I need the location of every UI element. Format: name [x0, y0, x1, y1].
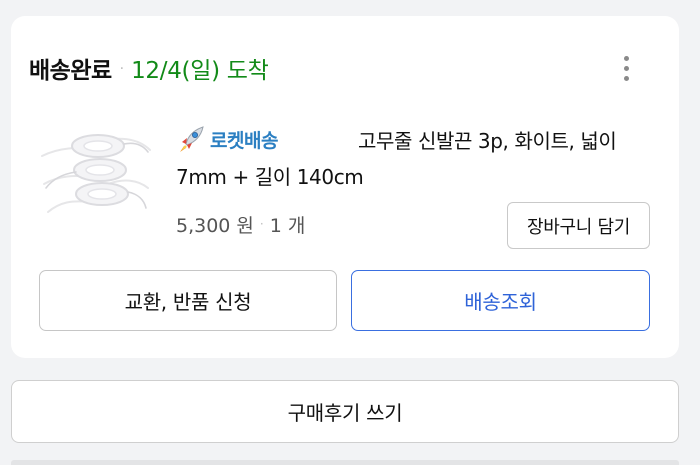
order-header: 배송완료 · 12/4(일) 도착 [29, 52, 269, 84]
product-info: 로켓배송 고무줄 신발끈 3p, 화이트, 넓이 7mm + 길이 140cm [176, 122, 652, 192]
product-thumbnail[interactable] [38, 122, 156, 222]
write-review-button[interactable]: 구매후기 쓰기 [11, 380, 679, 443]
price-separator: · [259, 217, 264, 231]
more-options-icon[interactable] [613, 52, 639, 84]
product-title-row[interactable]: 로켓배송 고무줄 신발끈 3p, 화이트, 넓이 [176, 122, 652, 156]
arrival-date: 12/4(일) 도착 [131, 58, 269, 84]
product-quantity: 1 개 [269, 214, 306, 237]
product-title[interactable]: 고무줄 신발끈 3p, 화이트, 넓이 [358, 125, 617, 154]
next-card-edge [11, 460, 679, 465]
rocket-icon [180, 126, 204, 152]
rocket-delivery-label: 로켓배송 [210, 129, 278, 152]
header-separator: · [119, 61, 125, 77]
delivery-status: 배송완료 [29, 58, 112, 84]
add-to-cart-button[interactable]: 장바구니 담기 [507, 202, 650, 249]
price-row: 5,300 원 · 1 개 [176, 206, 305, 242]
product-title-continued[interactable]: 7mm + 길이 140cm [176, 162, 652, 192]
exchange-return-button[interactable]: 교환, 반품 신청 [39, 270, 337, 331]
rocket-delivery-badge: 로켓배송 [176, 124, 358, 154]
track-shipping-button[interactable]: 배송조회 [351, 270, 650, 331]
product-price: 5,300 원 [176, 214, 254, 237]
